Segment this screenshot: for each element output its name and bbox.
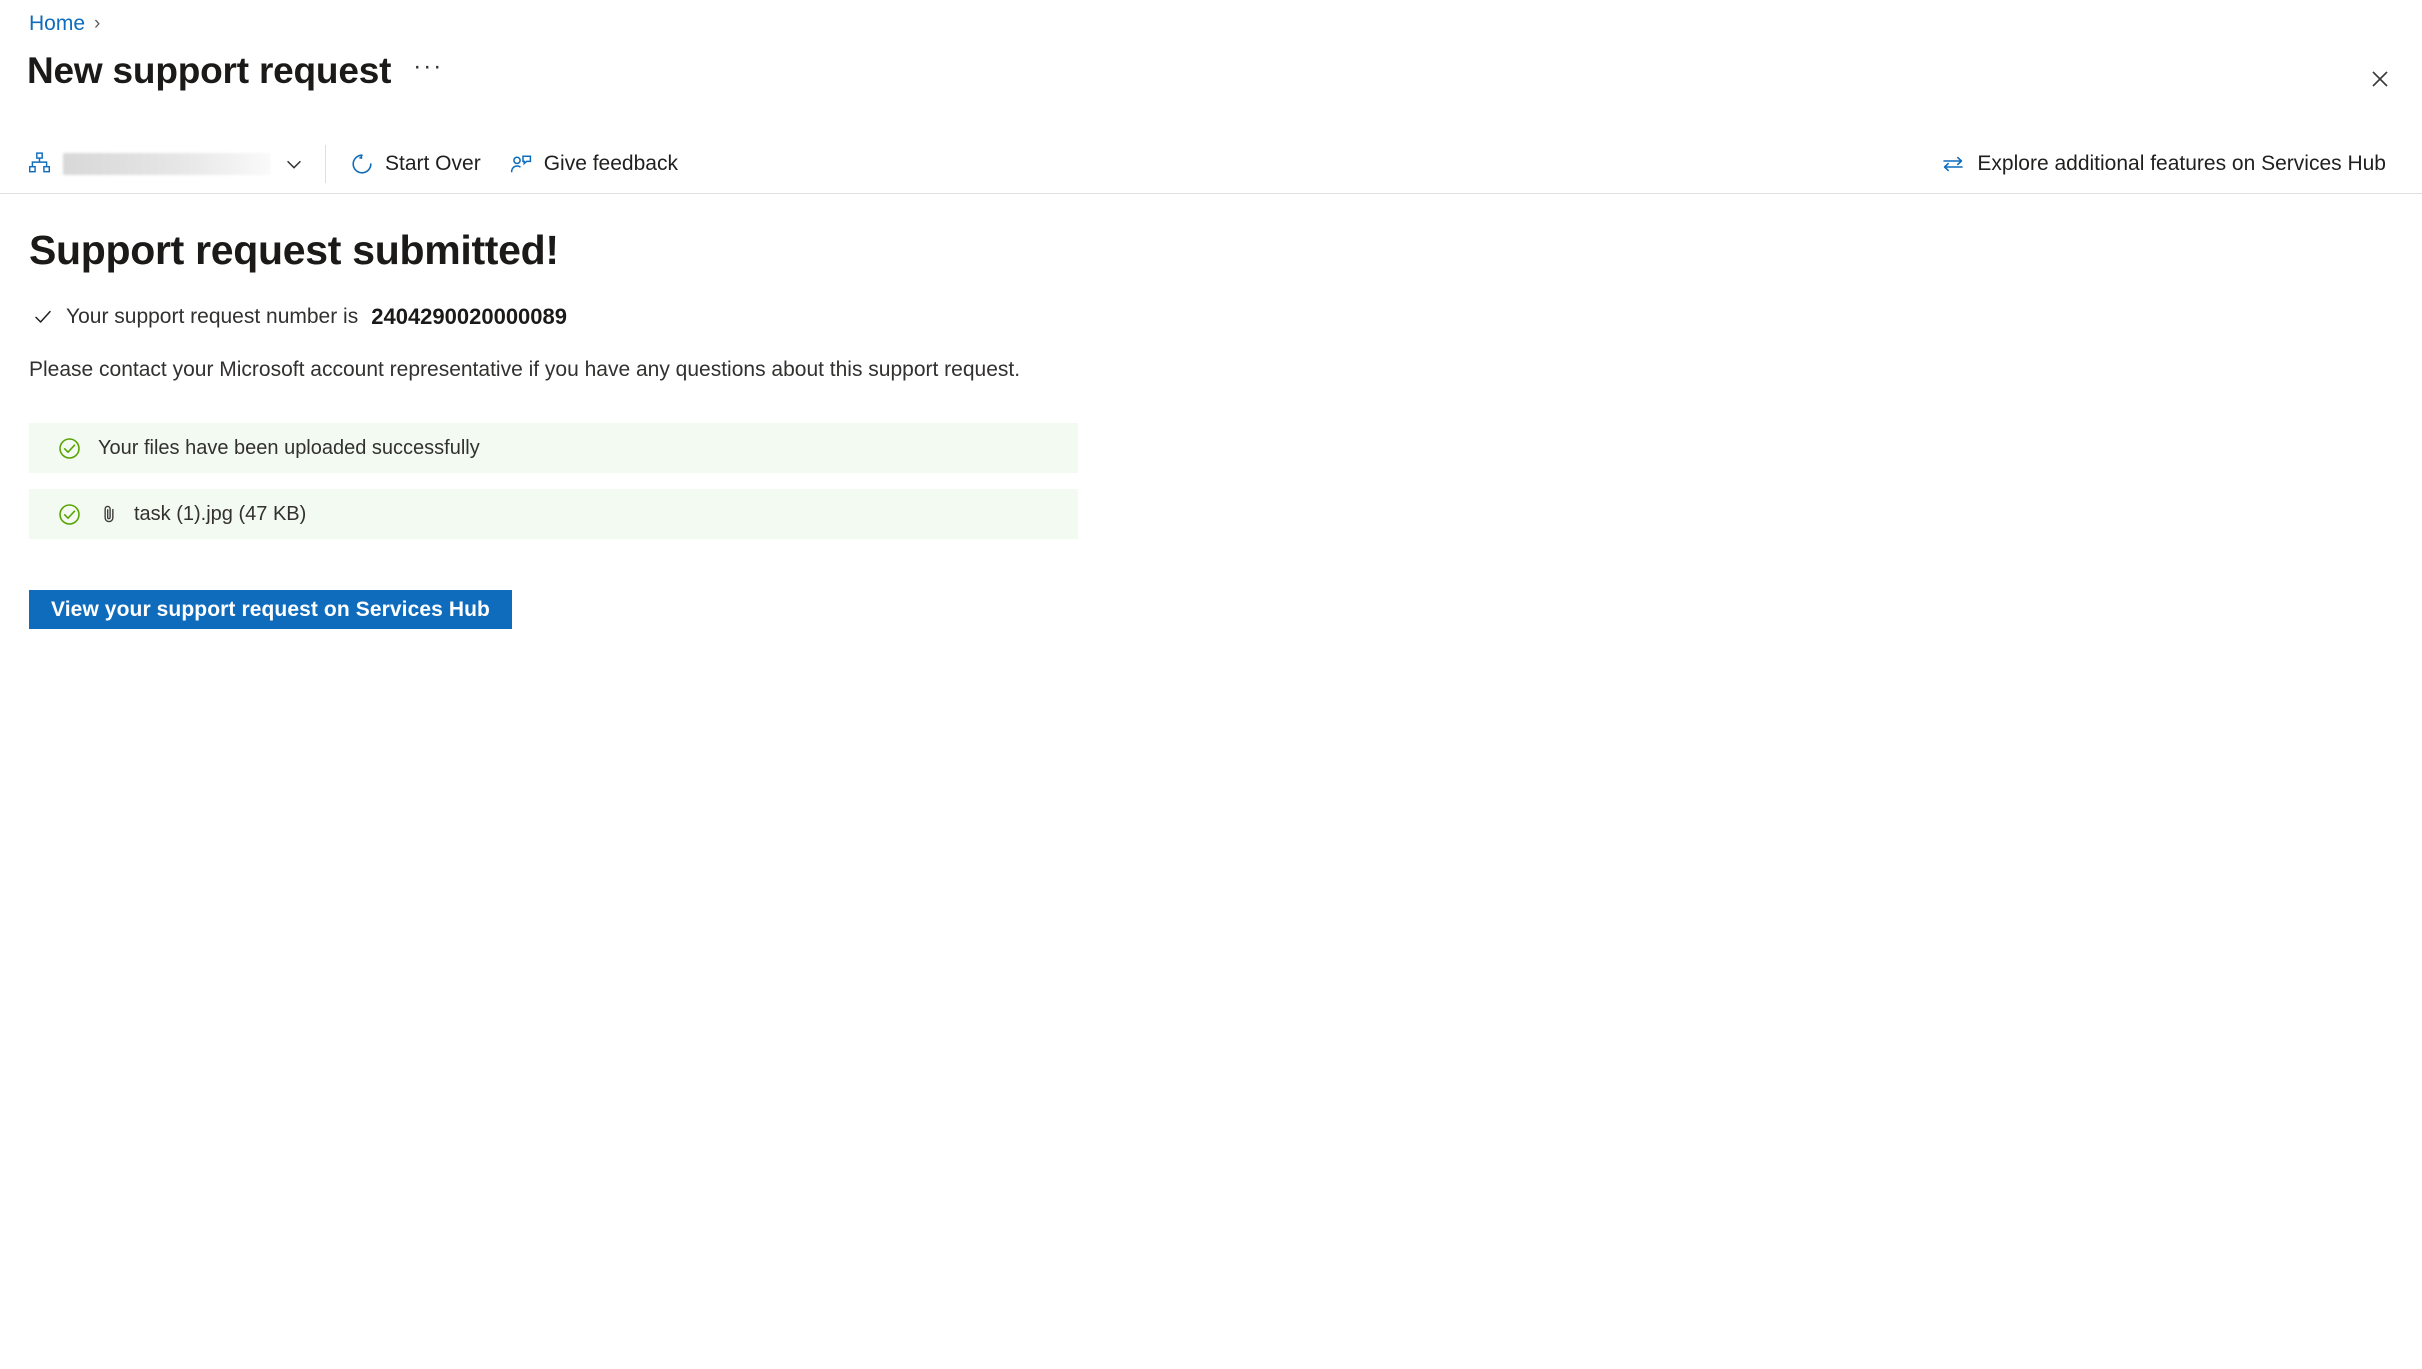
start-over-label: Start Over [385,151,481,175]
contact-note: Please contact your Microsoft account re… [29,358,1021,381]
page-title-row: New support request ··· [27,48,445,94]
check-icon [33,307,53,327]
person-feedback-icon [509,152,533,176]
scope-selector[interactable] [10,142,317,186]
circle-check-icon [57,436,82,461]
request-number-row: Your support request number is 240429002… [33,304,2422,330]
start-over-button[interactable]: Start Over [336,142,495,186]
chevron-down-icon [283,153,305,175]
command-bar-divider [325,144,326,183]
command-bar-right-group: Explore additional features on Services … [1926,142,2400,186]
more-actions-button[interactable]: ··· [411,54,445,88]
close-button[interactable] [2358,57,2402,101]
attachment-file-name: task (1).jpg (47 KB) [134,502,307,525]
explore-services-hub-label: Explore additional features on Services … [1977,151,2386,175]
give-feedback-button[interactable]: Give feedback [495,142,692,186]
request-number-prefix: Your support request number is [66,305,359,328]
support-request-page: Home › New support request ··· Start Ove… [0,0,2422,1369]
view-on-services-hub-button[interactable]: View your support request on Services Hu… [29,590,512,629]
command-bar: Start Over Give feedback Explore additio… [0,134,2422,194]
success-heading: Support request submitted! [29,227,559,273]
main-content: Support request submitted! Your support … [0,194,2422,629]
restart-icon [350,152,374,176]
close-icon [2372,71,2388,87]
breadcrumb: Home › [29,11,100,37]
swap-arrows-icon [1940,151,1966,177]
attachment-banner: task (1).jpg (47 KB) [29,489,1078,539]
circle-check-icon [57,502,82,527]
breadcrumb-separator-icon: › [94,13,101,34]
paperclip-icon [98,503,120,525]
give-feedback-label: Give feedback [543,151,678,175]
scope-selector-value [63,152,271,175]
upload-success-banner: Your files have been uploaded successful… [29,423,1078,473]
org-hierarchy-icon [28,151,51,177]
page-title: New support request [27,50,392,91]
breadcrumb-item-home[interactable]: Home [29,11,85,37]
command-bar-left-group: Start Over Give feedback [0,134,692,193]
explore-services-hub-link[interactable]: Explore additional features on Services … [1926,142,2400,186]
request-number-value: 2404290020000089 [371,304,567,329]
upload-success-text: Your files have been uploaded successful… [98,436,480,459]
